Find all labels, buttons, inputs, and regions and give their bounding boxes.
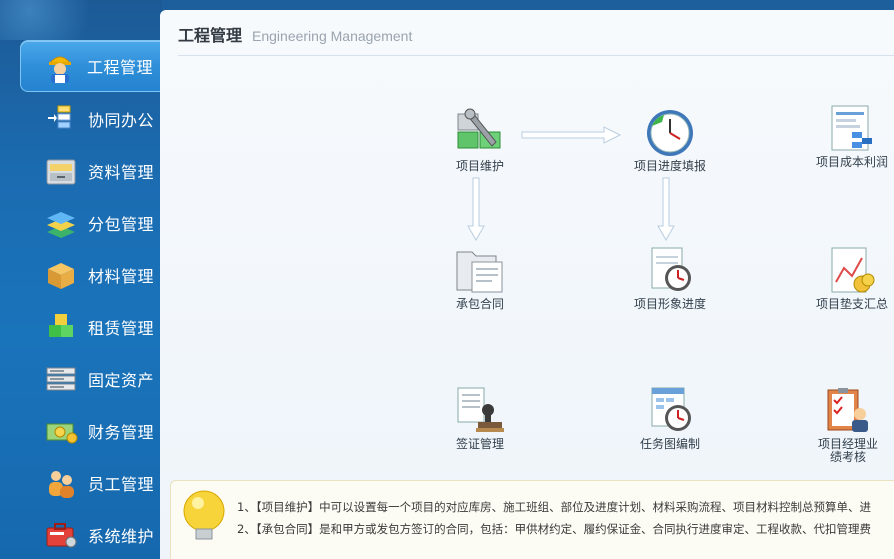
stamp-icon bbox=[454, 386, 506, 436]
collaboration-icon bbox=[44, 102, 78, 136]
module-visa-management[interactable]: 签证管理 bbox=[430, 386, 530, 451]
sidebar-item-label: 协同办公 bbox=[88, 111, 155, 130]
sidebar-item-label: 工程管理 bbox=[87, 58, 154, 77]
archive-icon bbox=[44, 154, 78, 188]
sidebar-item-label: 资料管理 bbox=[88, 163, 155, 182]
flow-arrow-down bbox=[467, 177, 485, 242]
sidebar-item-label: 分包管理 bbox=[88, 215, 155, 234]
sidebar-item-staff[interactable]: 员工管理 bbox=[22, 458, 162, 508]
sidebar-item-engineering[interactable]: 工程管理 bbox=[20, 40, 160, 92]
calendar-clock-icon bbox=[644, 386, 696, 436]
box-icon bbox=[44, 258, 78, 292]
page-subtitle: Engineering Management bbox=[252, 28, 413, 44]
users-icon bbox=[44, 466, 78, 500]
module-label: 项目维护 bbox=[455, 159, 504, 173]
module-task-chart[interactable]: 任务图编制 bbox=[620, 386, 720, 451]
page-header: 工程管理 Engineering Management bbox=[178, 22, 894, 56]
flow-arrow-right bbox=[521, 126, 622, 144]
module-label: 任务图编制 bbox=[639, 437, 700, 451]
module-project-maintenance[interactable]: 项目维护 bbox=[430, 108, 530, 173]
module-label: 项目形象进度 bbox=[633, 297, 706, 311]
toolbox-icon bbox=[44, 518, 78, 552]
sidebar-item-leasing[interactable]: 租赁管理 bbox=[22, 302, 162, 352]
main-panel: 工程管理 Engineering Management 项目维护 项目进度填报 … bbox=[160, 10, 894, 559]
worker-icon bbox=[43, 49, 77, 83]
module-cost-profit[interactable]: 项目成本利润 bbox=[802, 104, 894, 169]
lightbulb-icon bbox=[181, 487, 227, 543]
tip-line: 2、【承包合同】是和甲方或发包方签订的合同，包括：甲供材约定、履约保证金、合同执… bbox=[237, 522, 872, 536]
maintenance-icon bbox=[454, 108, 506, 158]
module-label: 绩考核 bbox=[829, 450, 866, 464]
module-label: 项目垫支汇总 bbox=[815, 297, 888, 311]
sidebar-item-label: 财务管理 bbox=[88, 423, 155, 442]
module-label: 项目成本利润 bbox=[815, 155, 888, 169]
cubes-icon bbox=[44, 310, 78, 344]
sidebar-item-documents[interactable]: 资料管理 bbox=[22, 146, 162, 196]
module-manager-assessment[interactable]: 项目经理业 绩考核 bbox=[798, 386, 894, 464]
sidebar-item-label: 租赁管理 bbox=[88, 319, 155, 338]
report-icon bbox=[826, 104, 878, 154]
sidebar-item-fixed-assets[interactable]: 固定资产 bbox=[22, 354, 162, 404]
sidebar: 工程管理 协同办公 资料管理 分包管理 材料管理 租赁管理 固定资产 财务管理 … bbox=[0, 0, 162, 559]
subcontract-icon bbox=[44, 206, 78, 240]
folder-document-icon bbox=[454, 246, 506, 296]
sidebar-item-materials[interactable]: 材料管理 bbox=[22, 250, 162, 300]
sidebar-item-subcontract[interactable]: 分包管理 bbox=[22, 198, 162, 248]
sidebar-item-office[interactable]: 协同办公 bbox=[22, 94, 162, 144]
sidebar-item-label: 系统维护 bbox=[88, 527, 155, 546]
module-visual-progress[interactable]: 项目形象进度 bbox=[620, 246, 720, 311]
sidebar-item-finance[interactable]: 财务管理 bbox=[22, 406, 162, 456]
server-icon bbox=[44, 362, 78, 396]
module-advance-summary[interactable]: 项目垫支汇总 bbox=[802, 246, 894, 311]
clock-icon bbox=[644, 108, 696, 158]
module-label: 承包合同 bbox=[455, 297, 504, 311]
flow-arrow-down bbox=[657, 177, 675, 242]
sidebar-item-system[interactable]: 系统维护 bbox=[22, 510, 162, 559]
module-contract[interactable]: 承包合同 bbox=[430, 246, 530, 311]
money-icon bbox=[44, 414, 78, 448]
sidebar-item-label: 员工管理 bbox=[88, 475, 155, 494]
clipboard-manager-icon bbox=[822, 386, 874, 436]
tips-panel: 1、【项目维护】中可以设置每一个项目的对应库房、施工班组、部位及进度计划、材料采… bbox=[170, 480, 894, 559]
module-progress-report[interactable]: 项目进度填报 bbox=[620, 108, 720, 173]
module-label: 项目进度填报 bbox=[633, 159, 706, 173]
sidebar-item-label: 材料管理 bbox=[88, 267, 155, 286]
page-title: 工程管理 bbox=[178, 26, 243, 45]
sidebar-item-label: 固定资产 bbox=[88, 371, 155, 390]
document-clock-icon bbox=[644, 246, 696, 296]
module-label: 签证管理 bbox=[455, 437, 504, 451]
tip-line: 1、【项目维护】中可以设置每一个项目的对应库房、施工班组、部位及进度计划、材料采… bbox=[237, 500, 872, 514]
chart-report-icon bbox=[826, 246, 878, 296]
